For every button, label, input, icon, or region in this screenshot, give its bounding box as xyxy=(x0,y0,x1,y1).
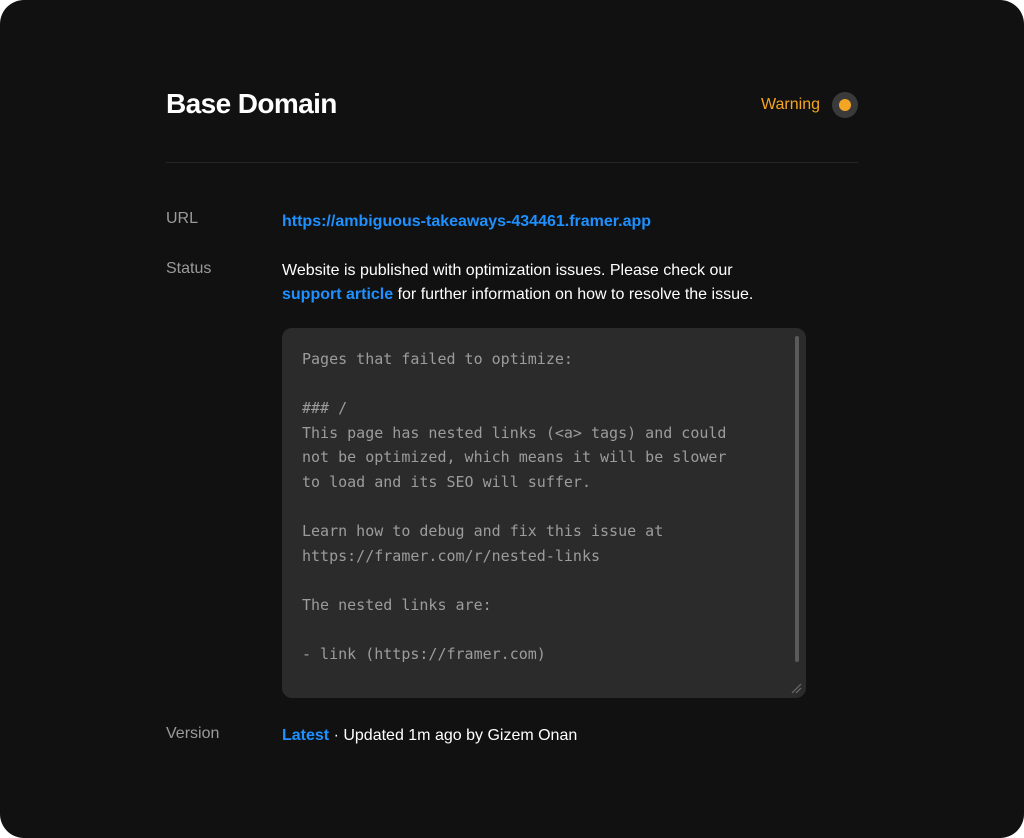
warning-dot-icon xyxy=(832,92,858,118)
optimization-log-text: Pages that failed to optimize: ### / Thi… xyxy=(302,350,727,664)
latest-version-link[interactable]: Latest xyxy=(282,727,329,744)
header: Base Domain Warning xyxy=(166,82,858,130)
header-divider xyxy=(166,162,858,163)
status-text-before: Website is published with optimization i… xyxy=(282,262,733,279)
status-indicator: Warning xyxy=(761,92,858,118)
version-label: Version xyxy=(166,725,220,742)
support-article-link[interactable]: support article xyxy=(282,286,393,303)
version-info: Latest · Updated 1m ago by Gizem Onan xyxy=(282,724,577,748)
url-label: URL xyxy=(166,210,199,227)
resize-handle-icon[interactable] xyxy=(790,682,802,694)
version-updated-text: · Updated 1m ago by Gizem Onan xyxy=(329,727,578,744)
status-text-after: for further information on how to resolv… xyxy=(393,286,754,303)
status-row-label: Status xyxy=(166,260,212,277)
domain-settings-panel: Base Domain Warning URL https://ambiguou… xyxy=(0,0,1024,838)
warning-dot-inner xyxy=(839,99,851,111)
log-scrollbar-thumb[interactable] xyxy=(795,336,799,662)
page-title: Base Domain xyxy=(166,88,337,119)
url-link[interactable]: https://ambiguous-takeaways-434461.frame… xyxy=(282,210,651,234)
log-scrollbar[interactable] xyxy=(794,336,800,662)
optimization-log-textarea[interactable]: Pages that failed to optimize: ### / Thi… xyxy=(282,328,806,698)
status-label: Warning xyxy=(761,96,820,113)
status-description: Website is published with optimization i… xyxy=(282,259,802,307)
